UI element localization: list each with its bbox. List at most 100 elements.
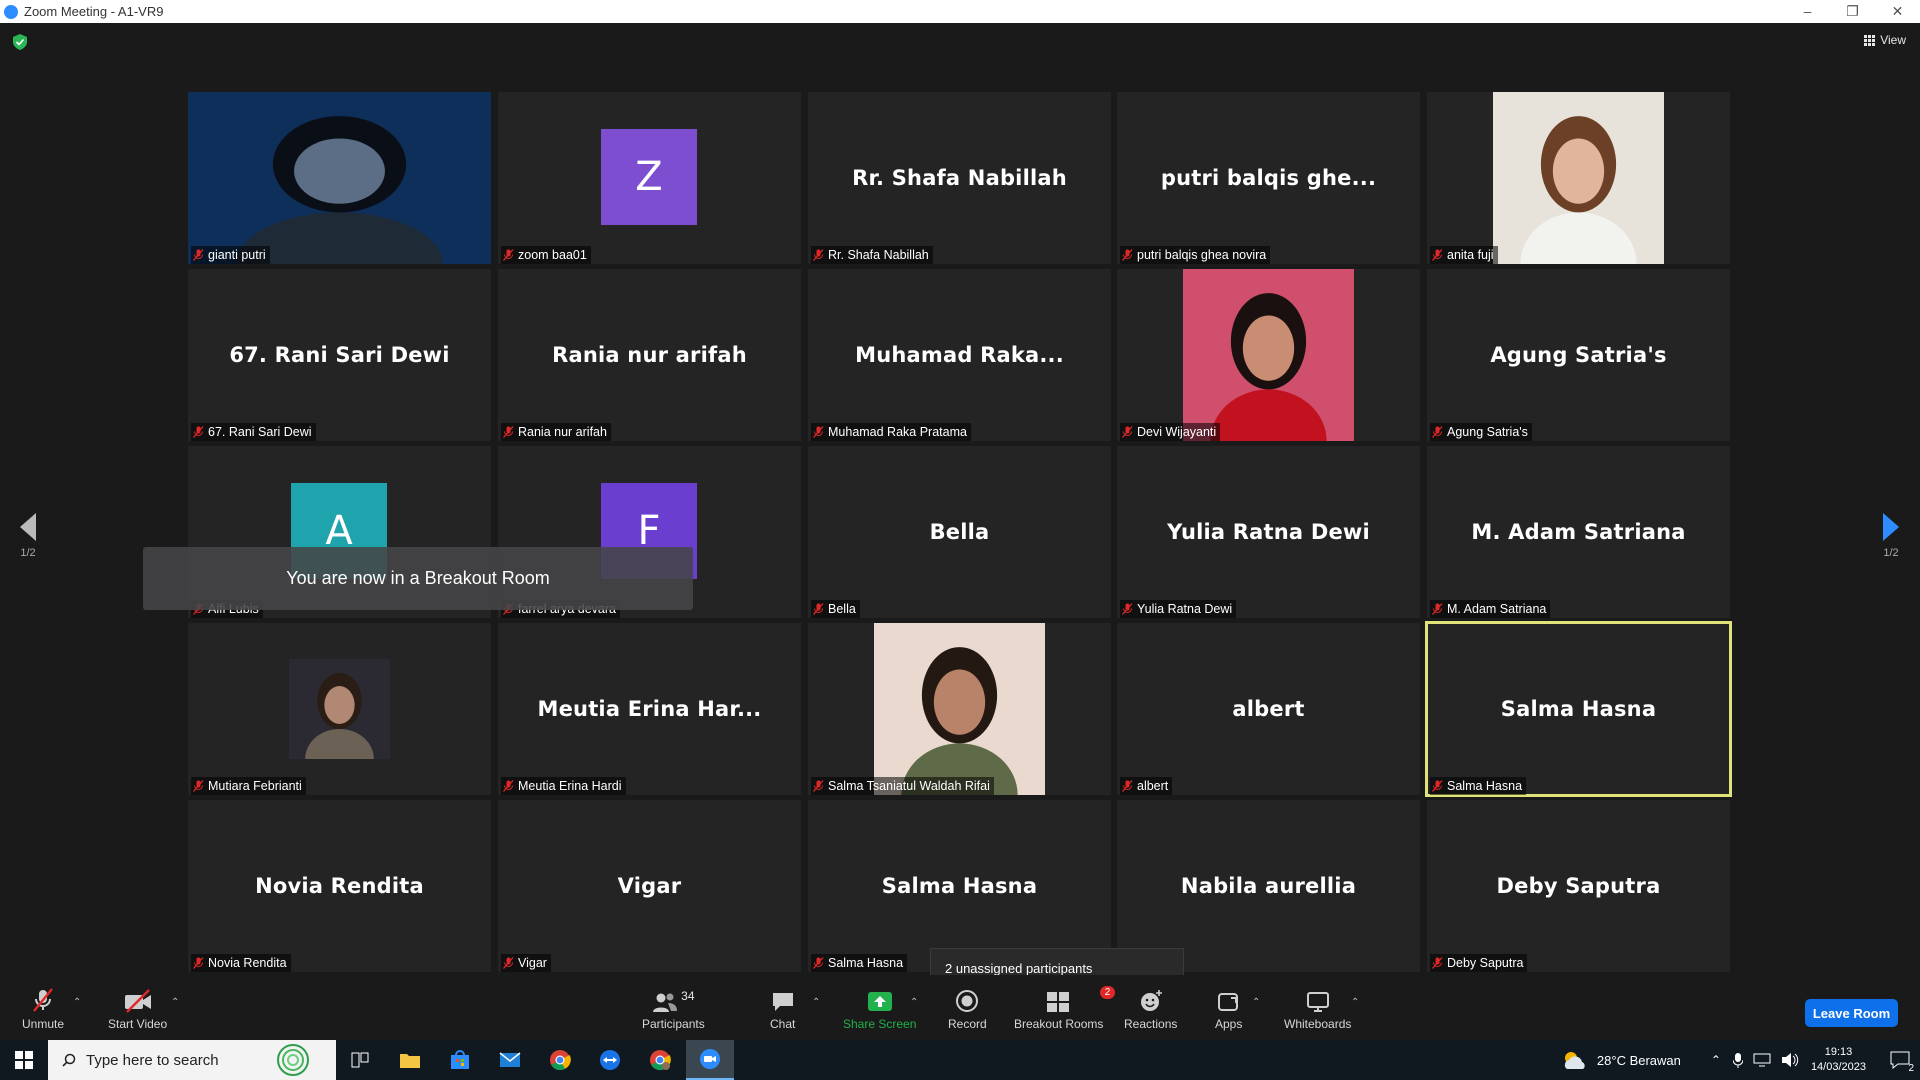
whiteboard-options-caret-icon[interactable]: ⌃ (1351, 997, 1359, 1008)
participant-tile-novia-rendita[interactable]: Novia Rendita Novia Rendita (188, 800, 491, 972)
mic-muted-icon (813, 426, 824, 438)
apps-button[interactable]: Apps (1215, 987, 1242, 1037)
mic-muted-icon (193, 249, 204, 261)
chrome-profile-button[interactable] (636, 1040, 684, 1080)
start-video-label: Start Video (108, 1017, 168, 1031)
video-options-caret-icon[interactable]: ⌃ (171, 997, 179, 1008)
participant-name: 67. Rani Sari Dewi (208, 425, 312, 439)
search-icon (62, 1053, 76, 1067)
mic-muted-icon (813, 957, 824, 969)
breakout-rooms-button[interactable]: 2 Breakout Rooms (1014, 986, 1116, 1037)
windows-taskbar: Type here to search 28°C Berawan ⌃ 19:13… (0, 1040, 1920, 1080)
participant-name-label: Novia Rendita (191, 954, 291, 972)
page-next-button[interactable]: 1/2 (1876, 513, 1906, 559)
weather-cloud-icon[interactable] (1561, 1049, 1589, 1071)
audio-options-caret-icon[interactable]: ⌃ (73, 997, 81, 1008)
mic-muted-icon (1122, 426, 1133, 438)
zoom-taskbar-button[interactable] (686, 1040, 734, 1080)
taskbar-search-box[interactable]: Type here to search (48, 1040, 336, 1080)
participant-tile-salma-hasna[interactable]: Salma Hasna Salma Hasna (808, 800, 1111, 972)
apps-label: Apps (1215, 1017, 1243, 1031)
mic-muted-icon (1432, 957, 1443, 969)
search-highlight-icon (277, 1044, 309, 1076)
participant-display-name: Agung Satria's (1490, 343, 1667, 367)
breakout-badge: 2 (1099, 986, 1116, 999)
participant-name: Salma Hasna (828, 956, 904, 970)
participant-name: Muhamad Raka Pratama (828, 425, 967, 439)
participant-name-label: Salma Hasna (811, 954, 908, 972)
view-label: View (1880, 33, 1906, 47)
mic-muted-icon (813, 249, 824, 261)
participant-tile-67-rani-sari-dewi[interactable]: 67. Rani Sari Dewi 67. Rani Sari Dewi (188, 269, 491, 441)
weather-text[interactable]: 28°C Berawan (1597, 1053, 1681, 1068)
chat-options-caret-icon[interactable]: ⌃ (812, 997, 820, 1008)
participant-tile-anita-fuji[interactable]: anita fuji (1427, 92, 1730, 264)
participant-tile-agung-satria-s[interactable]: Agung Satria's Agung Satria's (1427, 269, 1730, 441)
task-view-button[interactable] (336, 1040, 384, 1080)
microphone-icon[interactable] (1732, 1052, 1743, 1068)
minimize-icon[interactable]: – (1785, 0, 1830, 23)
participant-tile-deby-saputra[interactable]: Deby Saputra Deby Saputra (1427, 800, 1730, 972)
participant-tile-m-adam-satriana[interactable]: M. Adam Satriana M. Adam Satriana (1427, 446, 1730, 618)
start-button[interactable] (0, 1040, 48, 1080)
participant-display-name: Rania nur arifah (552, 343, 747, 367)
participant-tile-devi-wijayanti[interactable]: Devi Wijayanti (1117, 269, 1420, 441)
chat-button[interactable]: Chat (770, 987, 795, 1037)
participant-tile-vigar[interactable]: Vigar Vigar (498, 800, 801, 972)
participant-tile-urellia[interactable]: Nabila aurellia urellia (1117, 800, 1420, 972)
participant-tile-gianti-putri[interactable]: gianti putri (188, 92, 491, 264)
participant-name: gianti putri (208, 248, 266, 262)
record-button[interactable]: Record (948, 987, 987, 1037)
participant-tile-rr-shafa-nabillah[interactable]: Rr. Shafa Nabillah Rr. Shafa Nabillah (808, 92, 1111, 264)
participant-tile-mutiara-febrianti[interactable]: Mutiara Febrianti (188, 623, 491, 795)
zoom-logo-icon (4, 4, 18, 19)
share-options-caret-icon[interactable]: ⌃ (910, 997, 918, 1008)
participant-display-name: M. Adam Satriana (1471, 520, 1686, 544)
unmute-button[interactable]: Unmute (22, 987, 64, 1037)
participant-tile-salma-tsaniatul-waldah-rifai[interactable]: Salma Tsaniatul Waldah Rifai (808, 623, 1111, 795)
participant-name-label: Agung Satria's (1430, 423, 1532, 441)
chrome-button[interactable] (536, 1040, 584, 1080)
participants-button[interactable]: 34 Participants (642, 987, 705, 1037)
participant-name-label: Devi Wijayanti (1120, 423, 1221, 441)
restore-icon[interactable]: ❐ (1830, 0, 1875, 23)
participant-tile-bella[interactable]: Bella Bella (808, 446, 1111, 618)
close-icon[interactable]: ✕ (1875, 0, 1920, 23)
volume-icon[interactable] (1781, 1052, 1799, 1068)
participant-name: zoom baa01 (518, 248, 587, 262)
store-button[interactable] (436, 1040, 484, 1080)
participant-tile-rania-nur-arifah[interactable]: Rania nur arifah Rania nur arifah (498, 269, 801, 441)
participant-name: albert (1137, 779, 1169, 793)
reactions-button[interactable]: Reactions (1124, 987, 1177, 1037)
participant-tile-yulia-ratna-dewi[interactable]: Yulia Ratna Dewi Yulia Ratna Dewi (1117, 446, 1420, 618)
participant-tile-albert[interactable]: albert albert (1117, 623, 1420, 795)
mic-muted-icon (1432, 249, 1443, 261)
file-explorer-button[interactable] (386, 1040, 434, 1080)
clock[interactable]: 19:13 14/03/2023 (1811, 1045, 1866, 1075)
participant-name-label: gianti putri (191, 246, 270, 264)
participant-tile-salma-hasna[interactable]: Salma Hasna Salma Hasna (1425, 621, 1732, 797)
encryption-shield-icon[interactable] (13, 34, 27, 50)
whiteboards-button[interactable]: Whiteboards (1284, 987, 1351, 1037)
network-icon[interactable] (1753, 1053, 1771, 1067)
participant-name-label: Yulia Ratna Dewi (1120, 600, 1237, 618)
mic-muted-icon (1122, 603, 1133, 615)
action-center-button[interactable]: 2 (1880, 1040, 1920, 1080)
participant-name: Rr. Shafa Nabillah (828, 248, 929, 262)
share-screen-button[interactable]: Share Screen (843, 987, 916, 1037)
start-video-button[interactable]: Start Video (108, 987, 167, 1037)
apps-options-caret-icon[interactable]: ⌃ (1252, 997, 1260, 1008)
participant-tile-muhamad-raka-pratama[interactable]: Muhamad Raka... Muhamad Raka Pratama (808, 269, 1111, 441)
view-button[interactable]: View (1864, 33, 1906, 47)
participant-tile-zoom-baa01[interactable]: Z zoom baa01 (498, 92, 801, 264)
participant-tile-putri-balqis-ghea-novira[interactable]: putri balqis ghe... putri balqis ghea no… (1117, 92, 1420, 264)
leave-room-button[interactable]: Leave Room (1805, 999, 1898, 1027)
clock-date: 14/03/2023 (1810, 1061, 1866, 1073)
show-hidden-icons-chevron-icon[interactable]: ⌃ (1711, 1053, 1721, 1067)
page-prev-button[interactable]: 1/2 (13, 513, 43, 559)
mic-muted-icon (813, 603, 824, 615)
mail-button[interactable] (486, 1040, 534, 1080)
mic-muted-icon (503, 780, 514, 792)
remote-app-button[interactable] (586, 1040, 634, 1080)
participant-tile-meutia-erina-hardi[interactable]: Meutia Erina Har... Meutia Erina Hardi (498, 623, 801, 795)
